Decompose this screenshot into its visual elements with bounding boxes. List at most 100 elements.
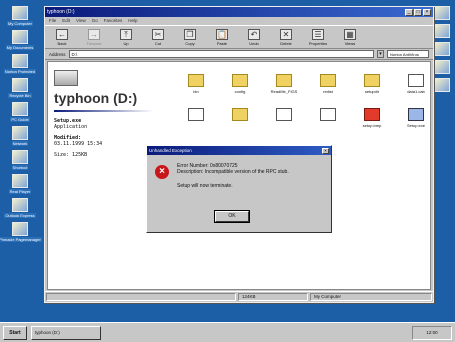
properties-icon: ☰ [312, 29, 324, 40]
toolbar-label: Properties [308, 41, 328, 46]
selected-file-type: Application [54, 124, 88, 130]
player-icon [12, 174, 28, 188]
desktop-icons-left: My Computer My Documents Norton Protected R… [0, 0, 42, 320]
status-bar: 124KB My Computer [45, 291, 433, 302]
menu-item-view[interactable]: View [76, 18, 86, 24]
cut-button[interactable]: ✂ Cut [147, 29, 169, 46]
drive-icon [54, 70, 78, 86]
scissors-icon: ✂ [152, 29, 164, 40]
desktop-shortcut[interactable]: PC Guide [1, 102, 39, 122]
folder-icon [232, 108, 248, 121]
taskbar: Start typhoon (D:) 12:00 [0, 322, 455, 342]
toolbar-label: Copy [185, 41, 195, 46]
app-icon [434, 24, 450, 38]
file-item[interactable]: data1.cab [396, 74, 436, 94]
close-button[interactable]: × [423, 8, 431, 16]
delete-icon: ✕ [280, 29, 292, 40]
file-item[interactable]: bin [176, 74, 216, 94]
menu-item-edit[interactable]: Edit [62, 18, 70, 24]
file-label: setupdir [364, 89, 380, 94]
forward-arrow-icon: → [88, 29, 100, 40]
menu-item-favorites[interactable]: Favorites [104, 18, 123, 24]
desktop-shortcut[interactable]: Norton Protected [1, 54, 39, 74]
desktop-shortcut-label: My Documents [5, 45, 35, 50]
paste-button[interactable]: 📋 Paste [211, 29, 233, 46]
app-icon [434, 6, 450, 20]
recycle-bin-icon [12, 78, 28, 92]
desktop-shortcut[interactable]: Outlook Express [1, 198, 39, 218]
toolbar-label: Undo [249, 41, 259, 46]
ok-button[interactable]: OK [214, 210, 250, 223]
desktop-shortcut-label: Real Player [8, 189, 32, 194]
window-title: typhoon (D:) [47, 9, 75, 15]
file-item[interactable] [264, 108, 304, 128]
back-button[interactable]: ← Back [51, 29, 73, 46]
desktop-shortcut[interactable]: Real Player [1, 174, 39, 194]
status-zone: My Computer [310, 293, 432, 301]
norton-icon [12, 54, 28, 68]
start-button[interactable]: Start [3, 325, 27, 340]
paste-icon: 📋 [216, 29, 228, 40]
file-item[interactable]: Setup.exe [396, 108, 436, 128]
address-input[interactable]: D:\ [68, 50, 374, 58]
desktop-shortcut[interactable]: My Computer [1, 6, 39, 26]
address-bar: Address D:\ ▾ Norton AntiVirus [45, 49, 433, 60]
menu-item-help[interactable]: Help [128, 18, 137, 24]
mail-icon [12, 198, 28, 212]
taskbar-item-explorer[interactable]: typhoon (D:) [31, 325, 101, 340]
toolbar-label: Views [344, 41, 356, 46]
file-item[interactable]: setupdir [352, 74, 392, 94]
delete-button[interactable]: ✕ Delete [275, 29, 297, 46]
minimize-button[interactable]: _ [405, 8, 413, 16]
desktop-shortcut-label: Shortcut [11, 165, 29, 170]
file-item[interactable]: setup.bmp [352, 108, 392, 128]
desktop-shortcut[interactable]: Network [1, 126, 39, 146]
desktop-shortcut-label: Network [11, 141, 29, 146]
toolbar-label: Forward [86, 41, 102, 46]
copy-button[interactable]: ❐ Copy [179, 29, 201, 46]
desktop-shortcut[interactable]: My Documents [1, 30, 39, 50]
drive-title: typhoon (D:) [54, 90, 138, 106]
file-item[interactable]: config [220, 74, 260, 94]
toolbar-label: Back [57, 41, 67, 46]
undo-icon: ↶ [248, 29, 260, 40]
views-button[interactable]: ▦ Views [339, 29, 361, 46]
menu-item-go[interactable]: Go [92, 18, 98, 24]
views-icon: ▦ [344, 29, 356, 40]
file-item[interactable] [220, 108, 260, 128]
app-icon [434, 78, 450, 92]
maximize-button[interactable]: □ [414, 8, 422, 16]
properties-button[interactable]: ☰ Properties [307, 29, 329, 46]
file-item[interactable] [176, 108, 216, 128]
menu-item-file[interactable]: File [49, 18, 56, 24]
dialog-close-button[interactable]: × [322, 147, 329, 154]
back-arrow-icon: ← [56, 29, 68, 40]
forward-button[interactable]: → Forward [83, 29, 105, 46]
app-icon [434, 42, 450, 56]
norton-toolbar[interactable]: Norton AntiVirus [387, 50, 429, 58]
file-item[interactable] [308, 108, 348, 128]
toolbar-label: Up [123, 41, 129, 46]
desktop-shortcut-label: Pinnacle Pagemanager [0, 237, 42, 242]
file-label: bin [193, 89, 199, 94]
computer-icon [12, 6, 28, 20]
folder-icon [276, 74, 292, 87]
dialog-body: × Error Number: 0x80070725 Description: … [147, 155, 331, 234]
app-icon [434, 60, 450, 74]
toolbar-label: Paste [216, 41, 228, 46]
file-item[interactable]: ReadMe_FIGS [264, 74, 304, 94]
undo-button[interactable]: ↶ Undo [243, 29, 265, 46]
file-item[interactable]: redist [308, 74, 348, 94]
dialog-titlebar[interactable]: Unhandled Exception × [147, 146, 331, 155]
menu-bar: File Edit View Go Favorites Help [45, 17, 433, 25]
file-label: data1.cab [407, 89, 425, 94]
toolbar: ← Back → Forward ⤒ Up ✂ Cut ❐ Copy 📋 Paste ↶ Undo ✕ Del… [45, 25, 433, 49]
desktop-shortcut[interactable]: Pinnacle Pagemanager [0, 222, 42, 242]
window-titlebar[interactable]: typhoon (D:) _ □ × [45, 7, 433, 17]
system-tray-clock: 12:00 [412, 325, 452, 340]
desktop-shortcut[interactable]: Shortcut [1, 150, 39, 170]
desktop-shortcut[interactable]: Recycle Bin [1, 78, 39, 98]
up-button[interactable]: ⤒ Up [115, 29, 137, 46]
shortcut-icon [12, 150, 28, 164]
address-dropdown-button[interactable]: ▾ [377, 50, 384, 58]
